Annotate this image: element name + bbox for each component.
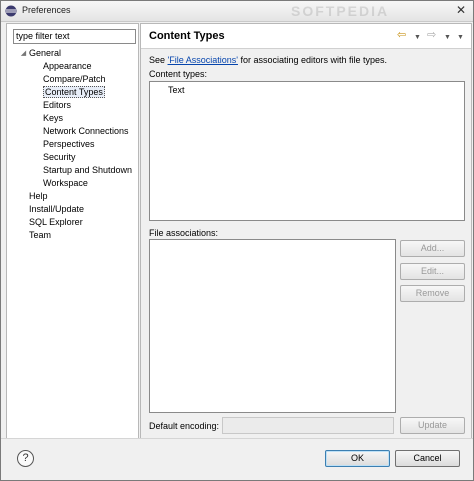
content-panel: Content Types ⇦ ▼ ⇨ ▼ ▼ See 'File Associ… — [140, 23, 472, 439]
tree-item-label: Perspectives — [43, 139, 95, 149]
preferences-window: Preferences SOFTPEDIA ✕ type filter text… — [0, 0, 474, 481]
page-header: Content Types ⇦ ▼ ⇨ ▼ ▼ — [141, 24, 471, 49]
tree-item-label: Network Connections — [43, 126, 129, 136]
eclipse-icon — [5, 5, 17, 17]
close-button[interactable]: ✕ — [453, 3, 469, 18]
tree-item-editors[interactable]: Editors — [43, 99, 71, 112]
tree-item-security[interactable]: Security — [43, 151, 76, 164]
tree-item-label: SQL Explorer — [29, 217, 83, 227]
collapse-icon[interactable]: ◢ — [20, 47, 27, 60]
tree-item-sql-explorer[interactable]: SQL Explorer — [29, 216, 83, 229]
file-associations-list[interactable] — [149, 239, 396, 413]
tree-item-perspectives[interactable]: Perspectives — [43, 138, 95, 151]
tree-item-label: Appearance — [43, 61, 92, 71]
default-encoding-field[interactable] — [222, 417, 394, 434]
content-types-tree[interactable]: Text — [149, 81, 465, 221]
desc-suffix: for associating editors with file types. — [237, 55, 388, 65]
tree-item-label: Help — [29, 191, 48, 201]
tree-item-appearance[interactable]: Appearance — [43, 60, 92, 73]
tree-item-label: General — [29, 48, 62, 58]
content-types-label: Content types: — [149, 69, 208, 79]
tree-panel: type filter text ◢ General Appearance Compa… — [6, 23, 139, 439]
add-button[interactable]: Add... — [400, 240, 465, 257]
tree-item-label: Content Types — [43, 86, 105, 98]
tree-item-content-types[interactable]: Content Types — [43, 86, 105, 99]
button-bar: ? OK Cancel — [1, 438, 473, 480]
tree-item-label: Compare/Patch — [43, 74, 106, 84]
file-associations-label: File associations: — [149, 228, 219, 238]
tree-item-label: Install/Update — [29, 204, 85, 214]
title-bar: Preferences SOFTPEDIA ✕ — [1, 1, 473, 22]
page-description: See 'File Associations' for associating … — [149, 55, 387, 65]
page-body: See 'File Associations' for associating … — [141, 49, 471, 438]
watermark: SOFTPEDIA — [291, 3, 390, 19]
file-associations-link[interactable]: 'File Associations' — [168, 55, 238, 65]
tree-item-keys[interactable]: Keys — [43, 112, 63, 125]
tree-item-label: Workspace — [43, 178, 88, 188]
tree-item-startup-and-shutdown[interactable]: Startup and Shutdown — [43, 164, 132, 177]
back-arrow-icon[interactable]: ⇦ — [397, 30, 406, 41]
page-title: Content Types — [149, 30, 225, 42]
tree-item-general[interactable]: ◢ General — [21, 47, 62, 60]
tree-item-label: Editors — [43, 100, 72, 110]
default-encoding-label: Default encoding: — [149, 421, 220, 431]
tree-item-compare-patch[interactable]: Compare/Patch — [43, 73, 106, 86]
back-dropdown-icon[interactable]: ▼ — [414, 32, 421, 43]
tree-item-label: Startup and Shutdown — [43, 165, 133, 175]
view-menu-icon[interactable]: ▼ — [457, 32, 464, 43]
tree-item-label: Team — [29, 230, 52, 240]
tree-item-help[interactable]: Help — [29, 190, 48, 203]
tree-item-label: Keys — [43, 113, 64, 123]
tree-item-label: Security — [43, 152, 76, 162]
remove-button[interactable]: Remove — [400, 285, 465, 302]
help-icon[interactable]: ? — [17, 450, 34, 467]
edit-button[interactable]: Edit... — [400, 263, 465, 280]
filter-input[interactable]: type filter text — [13, 29, 136, 44]
tree-item-network-connections[interactable]: Network Connections — [43, 125, 129, 138]
tree-item-team[interactable]: Team — [29, 229, 51, 242]
desc-prefix: See — [149, 55, 168, 65]
forward-dropdown-icon[interactable]: ▼ — [444, 32, 451, 43]
tree-item-workspace[interactable]: Workspace — [43, 177, 88, 190]
tree-item-install-update[interactable]: Install/Update — [29, 203, 84, 216]
cancel-button[interactable]: Cancel — [395, 450, 460, 467]
content-type-item[interactable]: Text — [168, 85, 185, 95]
forward-arrow-icon[interactable]: ⇨ — [427, 30, 436, 41]
ok-button[interactable]: OK — [325, 450, 390, 467]
update-button[interactable]: Update — [400, 417, 465, 434]
window-title: Preferences — [22, 5, 71, 15]
